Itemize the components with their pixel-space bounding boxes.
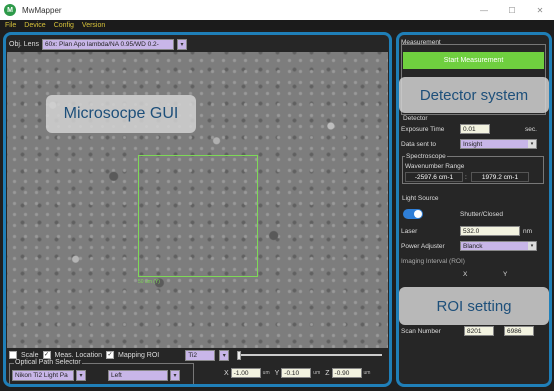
range-min: -2597.6 cm-1	[405, 172, 463, 182]
detector-system-label: Detector system	[399, 77, 549, 113]
detector-title: Detector	[403, 115, 428, 122]
x-unit: um	[262, 370, 270, 376]
wavenumber-label: Wavenumber Range	[405, 163, 465, 170]
slider-track	[237, 354, 383, 356]
x-label: X	[224, 369, 229, 377]
device-select[interactable]: Ti2	[185, 349, 216, 361]
z-unit: um	[363, 370, 371, 376]
chevron-down-icon[interactable]: ▾	[176, 39, 187, 50]
meas-location-label: Meas. Location	[54, 351, 102, 359]
maximize-button[interactable]: ☐	[502, 3, 522, 17]
optical-path-select[interactable]: Nikon Ti2 Light Pa	[12, 370, 74, 381]
roi-x-header: X	[463, 271, 468, 278]
obj-lens-select[interactable]: 60x: Plan Apo lambda/NA 0.95/WD 0.2-	[41, 39, 174, 50]
optical-path-title: Optical Path Selector	[14, 359, 82, 366]
app-logo-icon: M	[4, 4, 16, 16]
obj-lens-label: Obj. Lens	[9, 41, 39, 48]
scan-number-label: Scan Number	[401, 328, 441, 335]
roi-y-header: Y	[503, 271, 508, 278]
scale-checkbox[interactable]	[9, 351, 17, 359]
window-title: MwMapper	[22, 5, 62, 15]
scan-y-field[interactable]: 6986	[504, 326, 534, 336]
chevron-down-icon[interactable]: ▾	[219, 349, 230, 361]
roi-partial-label: Imaging Interval (ROI)	[401, 258, 465, 265]
stage-position: X -1.00 um Y -0.10 um Z -0.90 um	[224, 368, 373, 378]
chevron-down-icon[interactable]: ▾	[76, 370, 86, 381]
title-bar: M MwMapper — ☐ ✕	[0, 0, 554, 20]
chevron-down-icon[interactable]: ▾	[528, 242, 536, 250]
data-sent-select[interactable]: Insight ▾	[460, 139, 537, 149]
chevron-down-icon[interactable]: ▾	[528, 140, 536, 148]
microscope-panel: Obj. Lens 60x: Plan Apo lambda/NA 0.95/W…	[3, 32, 392, 387]
chevron-down-icon[interactable]: ▾	[170, 370, 180, 381]
laser-label: Laser	[401, 228, 418, 235]
laser-unit: nm	[523, 228, 533, 235]
z-label: Z	[325, 369, 330, 377]
menu-config[interactable]: Config	[54, 22, 74, 29]
power-select[interactable]: Blanck ▾	[460, 241, 537, 251]
minimize-button[interactable]: —	[474, 3, 494, 17]
data-sent-value: Insight	[463, 140, 483, 148]
roi-rectangle[interactable]	[138, 155, 258, 277]
y-unit: um	[313, 370, 321, 376]
menu-version[interactable]: Version	[82, 22, 105, 29]
y-label: Y	[274, 369, 280, 377]
spectroscope-title: Spectroscope	[405, 153, 447, 160]
menu-file[interactable]: File	[5, 22, 16, 29]
exposure-unit: sec.	[525, 126, 537, 133]
range-max: 1979.2 cm-1	[471, 172, 529, 182]
obj-lens-row: Obj. Lens 60x: Plan Apo lambda/NA 0.95/W…	[9, 39, 187, 50]
y-field[interactable]: -0.10	[281, 368, 312, 378]
shutter-toggle[interactable]	[403, 209, 423, 219]
mapping-roi-checkbox[interactable]: ✓	[106, 351, 114, 359]
microscope-gui-label: Microsocpe GUI	[46, 95, 196, 133]
x-field[interactable]: -1.00	[230, 368, 261, 378]
slider-thumb[interactable]	[237, 351, 242, 360]
focus-slider[interactable]	[237, 351, 383, 360]
laser-field[interactable]: 532.0	[460, 226, 520, 236]
mapping-roi-label: Mapping ROI	[118, 351, 160, 359]
exposure-field[interactable]: 0.01	[460, 124, 490, 134]
path-side-select[interactable]: Left	[108, 370, 168, 381]
power-label: Power Adjuster	[401, 243, 445, 250]
scan-x-field[interactable]: 8201	[464, 326, 494, 336]
range-separator: :	[465, 174, 467, 181]
scale-label: Scale	[21, 351, 39, 359]
start-measurement-button[interactable]: Start Measurement	[403, 52, 544, 69]
shutter-label: Shutter/Closed	[460, 211, 503, 218]
optical-path-group: Optical Path Selector Nikon Ti2 Light Pa…	[9, 359, 194, 384]
meas-location-checkbox[interactable]: ✓	[42, 351, 51, 359]
z-field[interactable]: -0.90	[331, 368, 362, 378]
exposure-label: Exposure Time	[401, 126, 445, 133]
menu-bar: File Device Config Version	[0, 20, 554, 30]
data-sent-label: Data sent to	[401, 141, 437, 148]
detector-panel: Measurement Start Measurement Detector s…	[396, 32, 552, 387]
menu-device[interactable]: Device	[24, 22, 45, 29]
close-button[interactable]: ✕	[530, 3, 550, 17]
roi-tag: 50 um (Y)	[138, 279, 160, 285]
roi-setting-label: ROI setting	[399, 287, 549, 325]
power-value: Blanck	[463, 242, 483, 250]
light-source-title: Light Source	[402, 195, 439, 202]
